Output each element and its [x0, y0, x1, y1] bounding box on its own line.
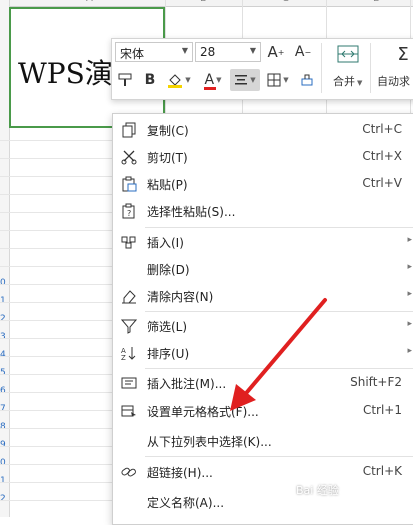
annotation-arrow [230, 298, 327, 411]
watermark-text: Bai 经验 [296, 484, 339, 497]
